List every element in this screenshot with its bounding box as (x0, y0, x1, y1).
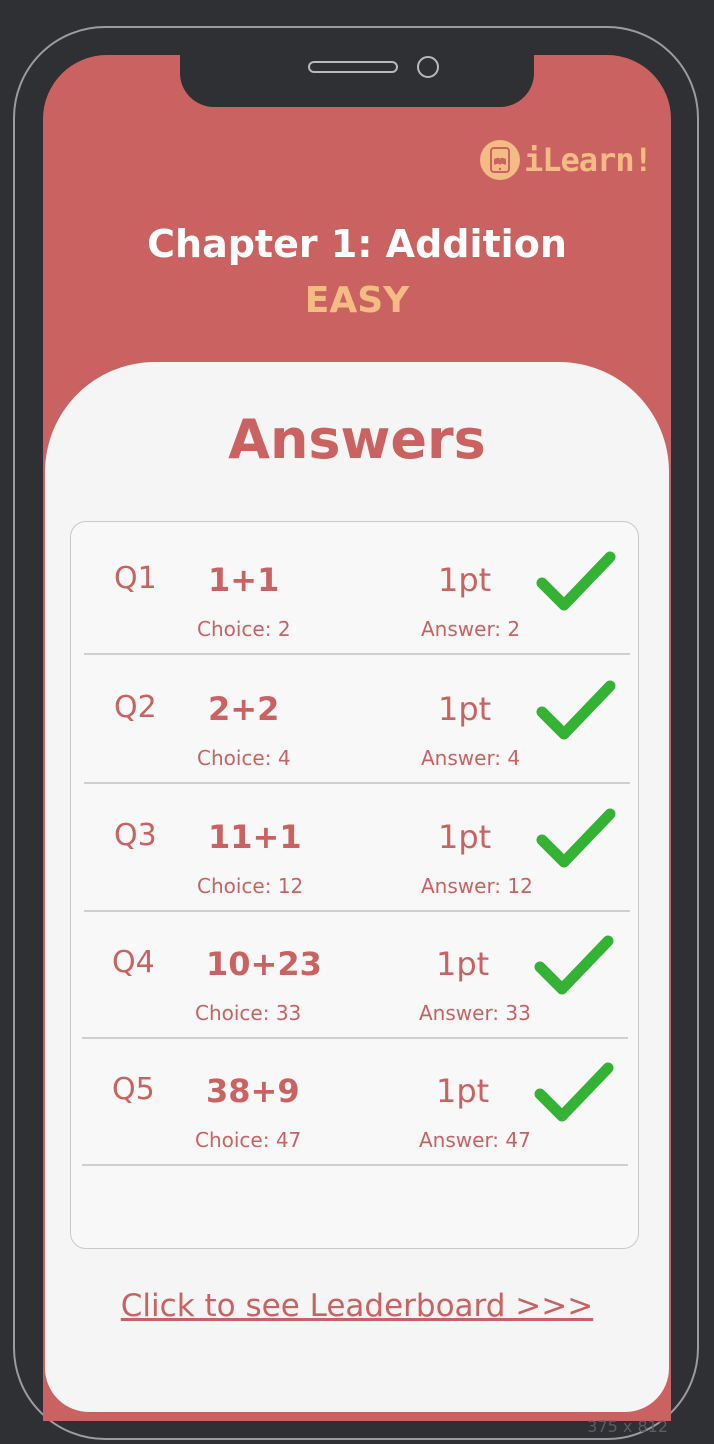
answer-row: Q5 38+9 Choice: 47 1pt Answer: 47 (82, 1038, 628, 1166)
checkmark-icon (534, 1060, 614, 1124)
correct-answer: Answer: 2 (421, 617, 521, 641)
question-label: Q4 (112, 945, 155, 980)
question-expression: 2+2 (208, 690, 280, 728)
app-logo-text: iLearn! (524, 141, 653, 179)
correct-answer: Answer: 47 (419, 1128, 531, 1152)
user-choice: Choice: 2 (197, 617, 291, 641)
answer-row: Q2 2+2 Choice: 4 1pt Answer: 4 (84, 656, 630, 784)
difficulty-label: EASY (304, 280, 410, 321)
user-choice: Choice: 4 (197, 746, 291, 770)
question-points: 1pt (438, 690, 492, 728)
leaderboard-link[interactable]: Click to see Leaderboard >>> (0, 1288, 714, 1324)
row-divider (84, 653, 630, 655)
question-expression: 38+9 (206, 1072, 300, 1110)
speaker-grille (308, 61, 398, 73)
user-choice: Choice: 33 (195, 1001, 302, 1025)
chapter-title: Chapter 1: Addition (147, 222, 567, 266)
question-points: 1pt (436, 945, 490, 983)
checkmark-icon (534, 933, 614, 997)
tablet-book-icon (480, 140, 520, 180)
question-label: Q1 (114, 561, 157, 596)
question-label: Q3 (114, 818, 157, 853)
user-choice: Choice: 47 (195, 1128, 302, 1152)
frame-size-label: 375 x 812 (587, 1417, 668, 1436)
question-label: Q5 (112, 1072, 155, 1107)
answer-row: Q1 1+1 Choice: 2 1pt Answer: 2 (84, 527, 630, 655)
checkmark-icon (536, 549, 616, 613)
correct-answer: Answer: 12 (421, 874, 533, 898)
answers-heading: Answers (228, 408, 486, 471)
answer-row: Q4 10+23 Choice: 33 1pt Answer: 33 (82, 911, 628, 1039)
correct-answer: Answer: 33 (419, 1001, 531, 1025)
row-divider (82, 1164, 628, 1166)
question-expression: 10+23 (206, 945, 322, 983)
question-expression: 11+1 (208, 818, 302, 856)
checkmark-icon (536, 806, 616, 870)
checkmark-icon (536, 678, 616, 742)
app-logo: iLearn! (480, 140, 653, 180)
question-expression: 1+1 (208, 561, 280, 599)
user-choice: Choice: 12 (197, 874, 304, 898)
question-points: 1pt (438, 561, 492, 599)
question-points: 1pt (436, 1072, 490, 1110)
front-camera (417, 56, 439, 78)
question-label: Q2 (114, 690, 157, 725)
question-points: 1pt (438, 818, 492, 856)
correct-answer: Answer: 4 (421, 746, 521, 770)
answer-row: Q3 11+1 Choice: 12 1pt Answer: 12 (84, 784, 630, 912)
